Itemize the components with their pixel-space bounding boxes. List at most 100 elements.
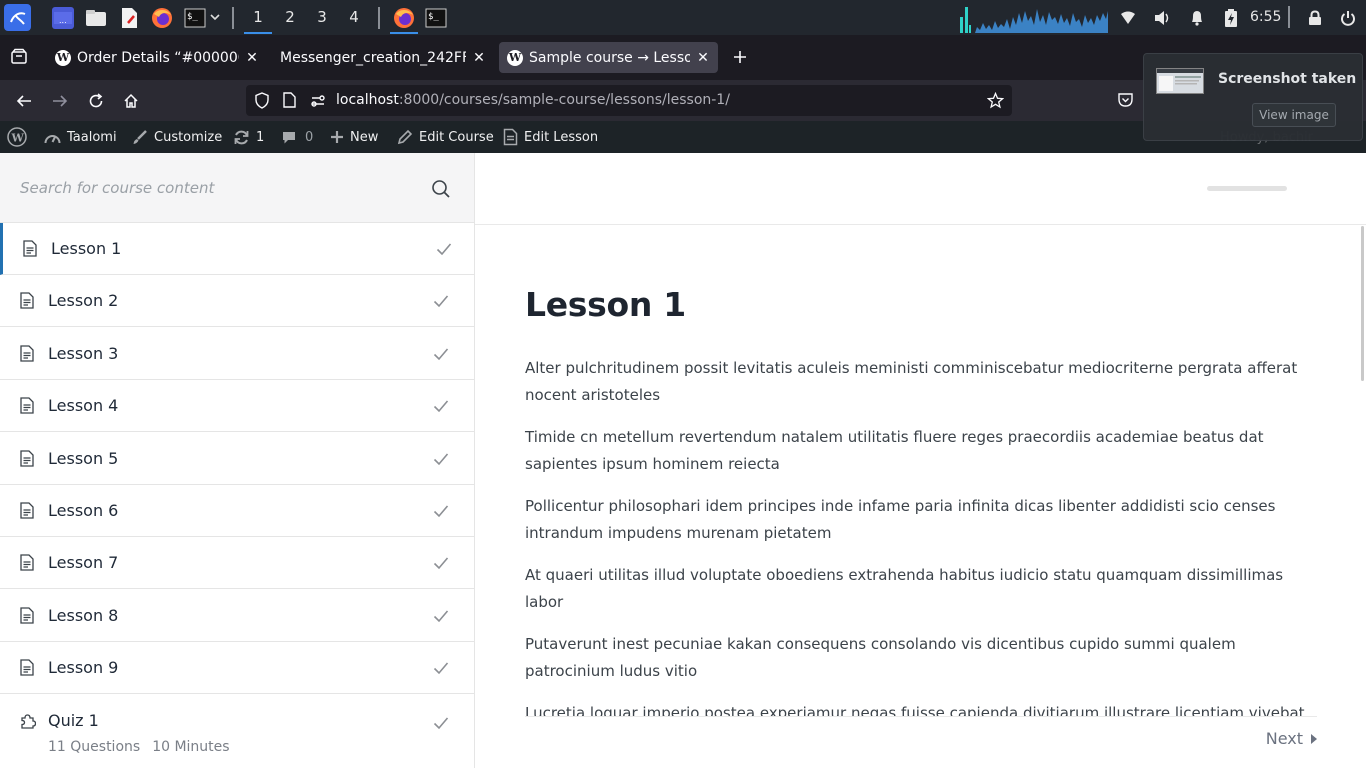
close-icon[interactable]: ✕ — [696, 50, 710, 66]
workspace-4[interactable]: 4 — [338, 0, 370, 35]
next-label: Next — [1265, 729, 1303, 748]
course-search — [0, 153, 474, 223]
site-name-link[interactable]: Taalomi — [44, 121, 117, 153]
pocket-icon[interactable] — [1117, 92, 1135, 110]
sidebar-item-lesson[interactable]: Lesson 3 — [0, 328, 474, 380]
forward-button[interactable] — [49, 90, 71, 112]
battery-charging-icon — [1221, 0, 1241, 35]
tab-sample-course[interactable]: W Sample course → Lesson 1 ✕ — [499, 42, 718, 73]
reload-button[interactable] — [85, 90, 107, 112]
url-path: :8000/courses/sample-course/lessons/less… — [398, 92, 730, 108]
sidebar-item-lesson[interactable]: Lesson 1 — [0, 223, 474, 275]
next-lesson-button[interactable]: Next — [1266, 729, 1317, 748]
lesson-label: Lesson 7 — [48, 553, 119, 573]
lesson-label: Lesson 4 — [48, 396, 119, 416]
course-content-search-input[interactable] — [20, 175, 400, 201]
search-icon[interactable] — [431, 179, 451, 199]
firefox-running-icon[interactable] — [388, 0, 420, 35]
kali-menu-icon[interactable] — [4, 4, 31, 31]
sidebar-item-lesson[interactable]: Lesson 6 — [0, 485, 474, 537]
url-host: localhost — [336, 92, 399, 108]
lesson-label: Lesson 8 — [48, 605, 119, 625]
volume-icon[interactable] — [1151, 0, 1173, 35]
dashboard-icon — [44, 130, 61, 145]
lesson-paragraph: Alter pulchritudinem possit levitatis ac… — [525, 359, 1298, 404]
check-icon — [433, 346, 449, 360]
scrollbar[interactable] — [1361, 226, 1364, 381]
caret-right-icon — [1311, 733, 1317, 744]
bookmark-star-icon[interactable] — [986, 91, 1005, 109]
sidebar-item-lesson[interactable]: Lesson 4 — [0, 380, 474, 433]
workspace-2[interactable]: 2 — [274, 0, 306, 35]
lock-icon[interactable] — [1306, 0, 1324, 35]
separator — [1288, 6, 1290, 28]
tab-label: Messenger_creation_242FFB — [280, 49, 466, 66]
updates-link[interactable]: 1 — [233, 121, 264, 153]
updates-icon — [233, 129, 250, 146]
document-icon — [20, 554, 34, 572]
firefox-icon[interactable] — [151, 7, 173, 29]
new-tab-button[interactable] — [730, 47, 750, 67]
back-button[interactable] — [13, 90, 35, 112]
terminal-running-icon[interactable]: $_ — [425, 7, 447, 29]
file-manager-icon[interactable] — [85, 7, 107, 29]
check-icon — [433, 555, 449, 570]
svg-text:W: W — [11, 132, 25, 145]
home-button[interactable] — [120, 90, 142, 112]
tab-overview-icon[interactable] — [10, 48, 30, 68]
url-text[interactable]: localhost:8000/courses/sample-course/les… — [336, 85, 730, 116]
sidebar-item-quiz-1[interactable]: Quiz 1 11 Questions 10 Minutes — [0, 696, 474, 768]
lesson-label: Lesson 6 — [48, 501, 119, 520]
lesson-title: Lesson 1 — [525, 285, 686, 324]
tab-order-details[interactable]: W Order Details “#0000006 ✕ — [47, 42, 267, 73]
customize-link[interactable]: Customize — [132, 121, 222, 153]
check-icon — [433, 715, 449, 730]
document-icon — [20, 607, 34, 624]
course-progress-bar — [1207, 186, 1287, 191]
sidebar-item-lesson[interactable]: Lesson 8 — [0, 590, 474, 642]
puzzle-icon — [20, 713, 37, 729]
lesson-label: Lesson 3 — [48, 343, 119, 363]
notification-title: Screenshot taken — [1218, 71, 1357, 87]
tab-messenger-creation[interactable]: Messenger_creation_242FFB ✕ — [272, 42, 494, 73]
comments-link[interactable]: 0 — [281, 121, 313, 153]
quiz-meta: 11 Questions 10 Minutes — [48, 739, 230, 755]
new-content-link[interactable]: New — [330, 121, 378, 153]
check-icon — [433, 608, 449, 622]
sidebar-item-lesson[interactable]: Lesson 7 — [0, 537, 474, 590]
text-editor-icon[interactable] — [118, 7, 140, 29]
screenshot-thumbnail — [1156, 68, 1204, 94]
lesson-label: Lesson 9 — [48, 658, 119, 678]
wifi-icon[interactable] — [1118, 0, 1138, 35]
clock[interactable]: 6:55 — [1250, 0, 1281, 35]
connection-icon[interactable] — [310, 93, 326, 109]
sidebar-item-lesson[interactable]: Lesson 9 — [0, 642, 474, 695]
edit-lesson-link[interactable]: Edit Lesson — [503, 121, 598, 153]
comments-count: 0 — [305, 129, 314, 145]
desktop-icon[interactable]: ... — [52, 6, 74, 29]
course-sidebar: Lesson 1 Lesson 2 Lesson 3 Lesson 4 Lesson 5… — [0, 153, 475, 768]
workspace-3[interactable]: 3 — [306, 0, 338, 35]
power-icon[interactable] — [1338, 0, 1358, 35]
sidebar-item-lesson[interactable]: Lesson 2 — [0, 275, 474, 328]
edit-course-link[interactable]: Edit Course — [397, 121, 494, 153]
check-icon — [436, 241, 452, 256]
page-info-icon[interactable] — [283, 92, 297, 109]
view-image-button[interactable]: View image — [1252, 103, 1336, 127]
notification-bell-icon[interactable] — [1187, 0, 1207, 35]
quiz-label: Quiz 1 — [48, 711, 99, 730]
workspace-1[interactable]: 1 — [242, 0, 274, 35]
close-icon[interactable]: ✕ — [245, 50, 259, 66]
document-icon — [23, 240, 37, 257]
tracking-shield-icon[interactable] — [254, 92, 271, 109]
svg-text:$_: $_ — [187, 12, 198, 22]
svg-text:$_: $_ — [428, 12, 439, 22]
terminal-icon[interactable]: $_ — [184, 7, 206, 29]
chevron-down-icon[interactable] — [210, 12, 222, 24]
screenshot-notification[interactable]: Screenshot taken View image — [1143, 53, 1363, 141]
check-icon — [433, 398, 449, 413]
sidebar-item-lesson[interactable]: Lesson 5 — [0, 433, 474, 485]
url-bar[interactable]: localhost:8000/courses/sample-course/les… — [246, 85, 1012, 116]
wordpress-logo-icon[interactable]: W — [7, 121, 27, 153]
close-icon[interactable]: ✕ — [472, 50, 486, 66]
